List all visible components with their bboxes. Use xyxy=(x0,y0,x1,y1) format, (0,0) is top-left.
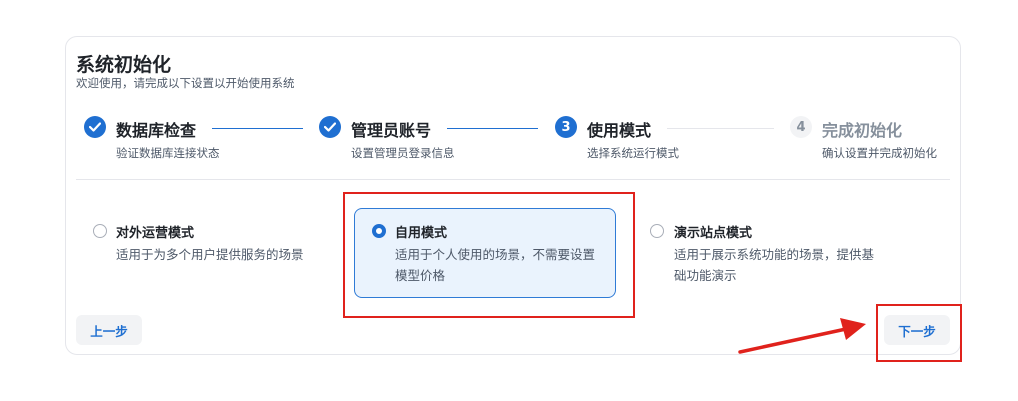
step-desc: 设置管理员登录信息 xyxy=(351,146,455,160)
option-operation-mode[interactable]: 对外运营模式 适用于为多个用户提供服务的场景 xyxy=(82,208,344,298)
step-title: 数据库检查 xyxy=(116,121,197,140)
step-number: 3 xyxy=(555,116,577,138)
option-desc: 适用于为多个用户提供服务的场景 xyxy=(116,247,304,262)
step-connector xyxy=(212,128,303,129)
radio-unchecked[interactable] xyxy=(93,224,107,238)
annotation-highlight-box xyxy=(876,304,962,362)
step-connector xyxy=(667,128,774,129)
option-desc: 适用于展示系统功能的场景，提供基础功能演示 xyxy=(674,247,875,283)
step-desc: 验证数据库连接状态 xyxy=(116,146,220,160)
page-subtitle: 欢迎使用，请完成以下设置以开始使用系统 xyxy=(76,76,295,90)
check-icon xyxy=(319,116,341,138)
step-title: 完成初始化 xyxy=(822,121,903,140)
annotation-highlight-box xyxy=(343,192,635,318)
step-desc: 选择系统运行模式 xyxy=(587,146,679,160)
page-title: 系统初始化 xyxy=(76,54,172,76)
check-icon xyxy=(84,116,106,138)
option-title: 演示站点模式 xyxy=(674,226,753,241)
step-connector xyxy=(447,128,538,129)
annotation-arrow-icon xyxy=(738,318,866,354)
prev-button[interactable]: 上一步 xyxy=(76,315,142,345)
step-desc: 确认设置并完成初始化 xyxy=(822,146,937,160)
option-demo-mode[interactable]: 演示站点模式 适用于展示系统功能的场景，提供基础功能演示 xyxy=(638,208,900,298)
divider xyxy=(76,179,950,180)
option-title: 对外运营模式 xyxy=(116,226,195,241)
radio-unchecked[interactable] xyxy=(650,224,664,238)
step-title: 使用模式 xyxy=(587,121,652,140)
step-number: 4 xyxy=(790,116,812,138)
step-title: 管理员账号 xyxy=(351,121,432,140)
